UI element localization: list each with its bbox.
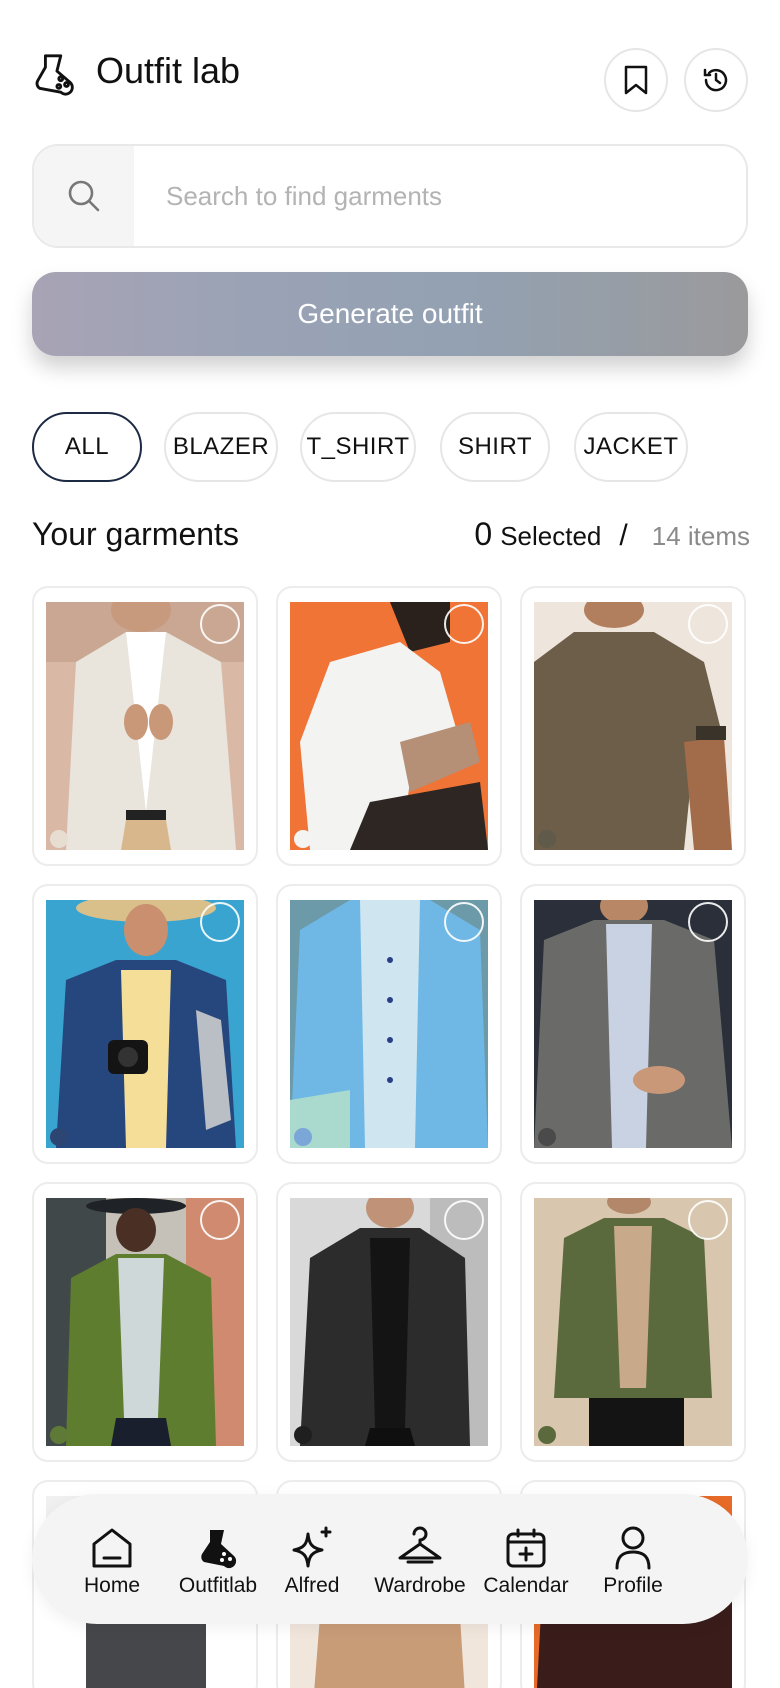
garment-card[interactable] bbox=[520, 1182, 746, 1462]
select-toggle[interactable] bbox=[688, 1200, 728, 1240]
nav-label: Home bbox=[83, 1574, 141, 1597]
nav-label: Calendar bbox=[483, 1574, 569, 1597]
garment-card[interactable] bbox=[276, 884, 502, 1164]
select-toggle[interactable] bbox=[200, 1200, 240, 1240]
search-bar bbox=[32, 144, 748, 248]
profile-icon bbox=[615, 1526, 651, 1570]
select-toggle[interactable] bbox=[444, 1200, 484, 1240]
color-dot bbox=[538, 1426, 556, 1444]
sparkle-icon bbox=[292, 1526, 332, 1568]
garment-card[interactable] bbox=[32, 884, 258, 1164]
total-items: 14 items bbox=[651, 521, 750, 551]
nav-outfitlab[interactable]: Outfitlab bbox=[168, 1524, 268, 1598]
nav-label: Alfred bbox=[284, 1574, 340, 1597]
nav-label: Outfitlab bbox=[178, 1574, 258, 1597]
nav-profile[interactable]: Profile bbox=[592, 1524, 674, 1598]
filter-chip-blazer[interactable]: BLAZER bbox=[164, 412, 278, 482]
generate-outfit-button[interactable]: Generate outfit bbox=[32, 272, 748, 356]
color-dot bbox=[538, 830, 556, 848]
search-input[interactable] bbox=[134, 146, 746, 246]
bookmark-button[interactable] bbox=[604, 48, 668, 112]
filter-chip-shirt[interactable]: SHIRT bbox=[440, 412, 550, 482]
home-icon bbox=[92, 1528, 132, 1568]
selected-count: 0 bbox=[474, 516, 493, 552]
select-toggle[interactable] bbox=[444, 604, 484, 644]
bookmark-icon bbox=[624, 65, 648, 95]
filter-chip-t-shirt[interactable]: T_SHIRT bbox=[300, 412, 416, 482]
nav-calendar[interactable]: Calendar bbox=[478, 1524, 574, 1598]
section-title: Your garments bbox=[32, 516, 239, 552]
flask-icon bbox=[201, 1530, 237, 1569]
color-dot bbox=[294, 1128, 312, 1146]
count-separator: / bbox=[619, 519, 628, 552]
selected-label: Selected bbox=[500, 521, 602, 551]
nav-alfred[interactable]: Alfred bbox=[272, 1524, 352, 1598]
color-dot bbox=[50, 830, 68, 848]
color-dot bbox=[50, 1426, 68, 1444]
search-icon-box[interactable] bbox=[34, 146, 134, 246]
select-toggle[interactable] bbox=[200, 604, 240, 644]
garment-card[interactable] bbox=[32, 1182, 258, 1462]
page-title: Outfit lab bbox=[96, 50, 241, 91]
select-toggle[interactable] bbox=[688, 604, 728, 644]
garment-card[interactable] bbox=[520, 586, 746, 866]
garment-card[interactable] bbox=[276, 586, 502, 866]
select-toggle[interactable] bbox=[444, 902, 484, 942]
history-button[interactable] bbox=[684, 48, 748, 112]
select-toggle[interactable] bbox=[688, 902, 728, 942]
calendar-icon bbox=[506, 1528, 546, 1568]
garment-card[interactable] bbox=[520, 884, 746, 1164]
color-dot bbox=[50, 1128, 68, 1146]
hanger-icon bbox=[398, 1526, 442, 1564]
bottom-navigation: Home Outfitlab Alfred Wardrobe Calendar … bbox=[32, 1494, 748, 1624]
filter-chip-all[interactable]: ALL bbox=[32, 412, 142, 482]
selection-counter: 0 Selected / 14 items bbox=[474, 516, 750, 553]
filter-chip-jacket[interactable]: JACKET bbox=[574, 412, 688, 482]
nav-wardrobe[interactable]: Wardrobe bbox=[360, 1524, 480, 1598]
filter-chips: ALL BLAZER T_SHIRT SHIRT JACKET bbox=[32, 412, 772, 482]
nav-home[interactable]: Home bbox=[72, 1524, 152, 1598]
color-dot bbox=[294, 830, 312, 848]
nav-label: Wardrobe bbox=[374, 1574, 466, 1597]
garment-card[interactable] bbox=[276, 1182, 502, 1462]
flask-logo-icon bbox=[35, 54, 74, 96]
garment-card[interactable] bbox=[32, 586, 258, 866]
search-icon bbox=[68, 180, 100, 212]
nav-label: Profile bbox=[603, 1574, 663, 1597]
select-toggle[interactable] bbox=[200, 902, 240, 942]
color-dot bbox=[538, 1128, 556, 1146]
color-dot bbox=[294, 1426, 312, 1444]
history-icon bbox=[703, 68, 728, 92]
header: Outfit lab bbox=[32, 44, 748, 114]
